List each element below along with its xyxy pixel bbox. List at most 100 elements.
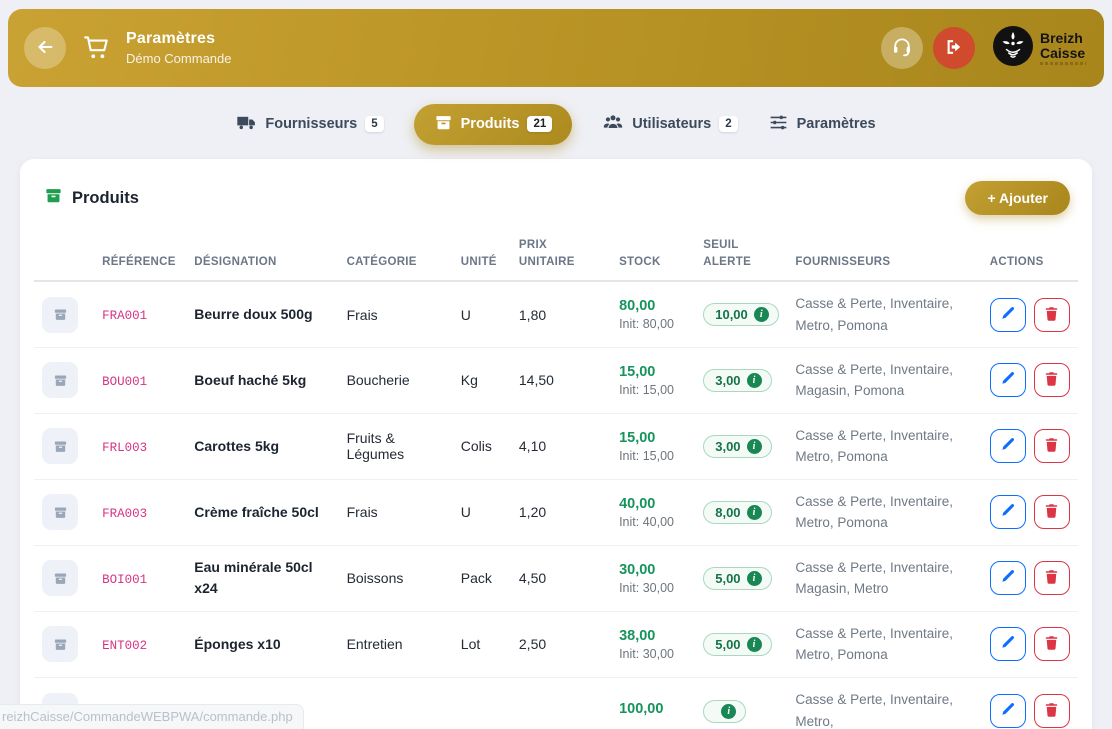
product-reference: FRA001 bbox=[102, 309, 147, 323]
product-stock: 38,00 bbox=[619, 628, 687, 644]
add-product-button[interactable]: + Ajouter bbox=[965, 181, 1070, 215]
edit-button[interactable] bbox=[990, 561, 1026, 595]
product-fournisseurs: Casse & Perte, Inventaire, Metro, Pomona bbox=[795, 296, 953, 333]
edit-button[interactable] bbox=[990, 363, 1026, 397]
product-designation: Crème fraîche 50cl bbox=[194, 504, 319, 520]
threshold-value: 3,00 bbox=[715, 439, 740, 454]
tab-bar: Fournisseurs 5 Produits 21 Utilisateurs … bbox=[0, 104, 1112, 144]
product-stock-init: Init: 80,00 bbox=[619, 317, 687, 331]
brand-name-line1: Breizh bbox=[1040, 31, 1086, 45]
delete-button[interactable] bbox=[1034, 298, 1070, 332]
page-subtitle: Démo Commande bbox=[126, 51, 232, 66]
tab-badge: 2 bbox=[719, 116, 737, 132]
product-unite: Lot bbox=[461, 636, 480, 652]
product-stock-init: Init: 30,00 bbox=[619, 647, 687, 661]
col-actions: ACTIONS bbox=[982, 231, 1078, 281]
product-reference: FRL003 bbox=[102, 441, 147, 455]
logout-icon bbox=[943, 36, 965, 61]
product-stock-init: Init: 15,00 bbox=[619, 383, 687, 397]
table-row: BOI001 Eau minérale 50cl x24 Boissons Pa… bbox=[34, 545, 1078, 611]
edit-button[interactable] bbox=[990, 694, 1026, 728]
product-prix: 4,10 bbox=[519, 438, 546, 454]
table-row: BOU001 Boeuf haché 5kg Boucherie Kg 14,5… bbox=[34, 347, 1078, 413]
edit-button[interactable] bbox=[990, 627, 1026, 661]
drag-box-icon[interactable] bbox=[42, 494, 78, 530]
delete-button[interactable] bbox=[1034, 627, 1070, 661]
col-stock: STOCK bbox=[611, 231, 695, 281]
tab-label: Paramètres bbox=[797, 116, 876, 132]
threshold-value: 10,00 bbox=[715, 307, 748, 322]
col-prix-unitaire: PRIX UNITAIRE bbox=[511, 231, 611, 281]
product-designation: Beurre doux 500g bbox=[194, 306, 312, 322]
alert-threshold-badge: 8,00 i bbox=[703, 501, 771, 524]
edit-button[interactable] bbox=[990, 429, 1026, 463]
info-icon[interactable]: i bbox=[747, 637, 762, 652]
tab-label: Fournisseurs bbox=[265, 116, 357, 132]
arrow-left-icon bbox=[34, 36, 56, 61]
alert-threshold-badge: 10,00 i bbox=[703, 303, 779, 326]
app-header: Paramètres Démo Commande Breizh Caisse bbox=[8, 9, 1104, 87]
support-button[interactable] bbox=[881, 27, 923, 69]
drag-box-icon[interactable] bbox=[42, 297, 78, 333]
col-reference: RÉFÉRENCE bbox=[94, 231, 186, 281]
product-designation: Carottes 5kg bbox=[194, 438, 279, 454]
delete-button[interactable] bbox=[1034, 429, 1070, 463]
info-icon[interactable]: i bbox=[747, 505, 762, 520]
logout-button[interactable] bbox=[933, 27, 975, 69]
tab-parametres[interactable]: Paramètres bbox=[768, 112, 876, 137]
brand-logo: Breizh Caisse bbox=[993, 26, 1086, 71]
product-fournisseurs: Casse & Perte, Inventaire, Metro, Pomona bbox=[795, 428, 953, 465]
product-stock: 15,00 bbox=[619, 364, 687, 380]
product-designation: Eau minérale 50cl x24 bbox=[194, 559, 312, 596]
product-unite: U bbox=[461, 504, 471, 520]
drag-box-icon[interactable] bbox=[42, 560, 78, 596]
tab-label: Produits bbox=[461, 116, 520, 132]
delete-button[interactable] bbox=[1034, 561, 1070, 595]
box-icon bbox=[434, 113, 453, 136]
edit-button[interactable] bbox=[990, 495, 1026, 529]
product-prix: 14,50 bbox=[519, 372, 554, 388]
info-icon[interactable]: i bbox=[721, 704, 736, 719]
tab-label: Utilisateurs bbox=[632, 116, 711, 132]
sliders-icon bbox=[768, 112, 789, 137]
delete-button[interactable] bbox=[1034, 694, 1070, 728]
drag-box-icon[interactable] bbox=[42, 428, 78, 464]
info-icon[interactable]: i bbox=[747, 571, 762, 586]
tab-badge: 5 bbox=[365, 116, 383, 132]
browser-status-bar: reizhCaisse/CommandeWEBPWA/commande.php bbox=[0, 704, 304, 729]
tab-produits[interactable]: Produits 21 bbox=[414, 104, 573, 145]
edit-button[interactable] bbox=[990, 298, 1026, 332]
pencil-icon bbox=[1000, 503, 1015, 521]
products-panel: Produits + Ajouter RÉFÉRENCE DÉSIGNATION… bbox=[20, 159, 1092, 729]
drag-box-icon[interactable] bbox=[42, 626, 78, 662]
product-fournisseurs: Casse & Perte, Inventaire, Metro, Pomona bbox=[795, 626, 953, 663]
tab-fournisseurs[interactable]: Fournisseurs 5 bbox=[236, 112, 383, 137]
info-icon[interactable]: i bbox=[754, 307, 769, 322]
back-button[interactable] bbox=[24, 27, 66, 69]
alert-threshold-badge: 5,00 i bbox=[703, 633, 771, 656]
product-categorie: Frais bbox=[347, 504, 378, 520]
headset-icon bbox=[890, 35, 914, 62]
threshold-value: 3,00 bbox=[715, 373, 740, 388]
product-prix: 4,50 bbox=[519, 570, 546, 586]
threshold-value: 5,00 bbox=[715, 571, 740, 586]
tab-utilisateurs[interactable]: Utilisateurs 2 bbox=[602, 111, 737, 137]
product-stock: 15,00 bbox=[619, 430, 687, 446]
info-icon[interactable]: i bbox=[747, 373, 762, 388]
page-title: Paramètres bbox=[126, 30, 232, 48]
col-seuil-alerte: SEUIL ALERTE bbox=[695, 231, 787, 281]
pencil-icon bbox=[1000, 306, 1015, 324]
product-fournisseurs: Casse & Perte, Inventaire, Metro, bbox=[795, 692, 953, 729]
table-row: FRA001 Beurre doux 500g Frais U 1,80 80,… bbox=[34, 281, 1078, 347]
delete-button[interactable] bbox=[1034, 363, 1070, 397]
product-unite: Colis bbox=[461, 438, 492, 454]
brand-name-line2: Caisse bbox=[1040, 46, 1086, 60]
delete-button[interactable] bbox=[1034, 495, 1070, 529]
drag-box-icon[interactable] bbox=[42, 362, 78, 398]
info-icon[interactable]: i bbox=[747, 439, 762, 454]
table-row: FRA003 Crème fraîche 50cl Frais U 1,20 4… bbox=[34, 479, 1078, 545]
products-table-body: FRA001 Beurre doux 500g Frais U 1,80 80,… bbox=[34, 281, 1078, 729]
pencil-icon bbox=[1000, 437, 1015, 455]
trash-icon bbox=[1044, 437, 1059, 455]
pencil-icon bbox=[1000, 371, 1015, 389]
